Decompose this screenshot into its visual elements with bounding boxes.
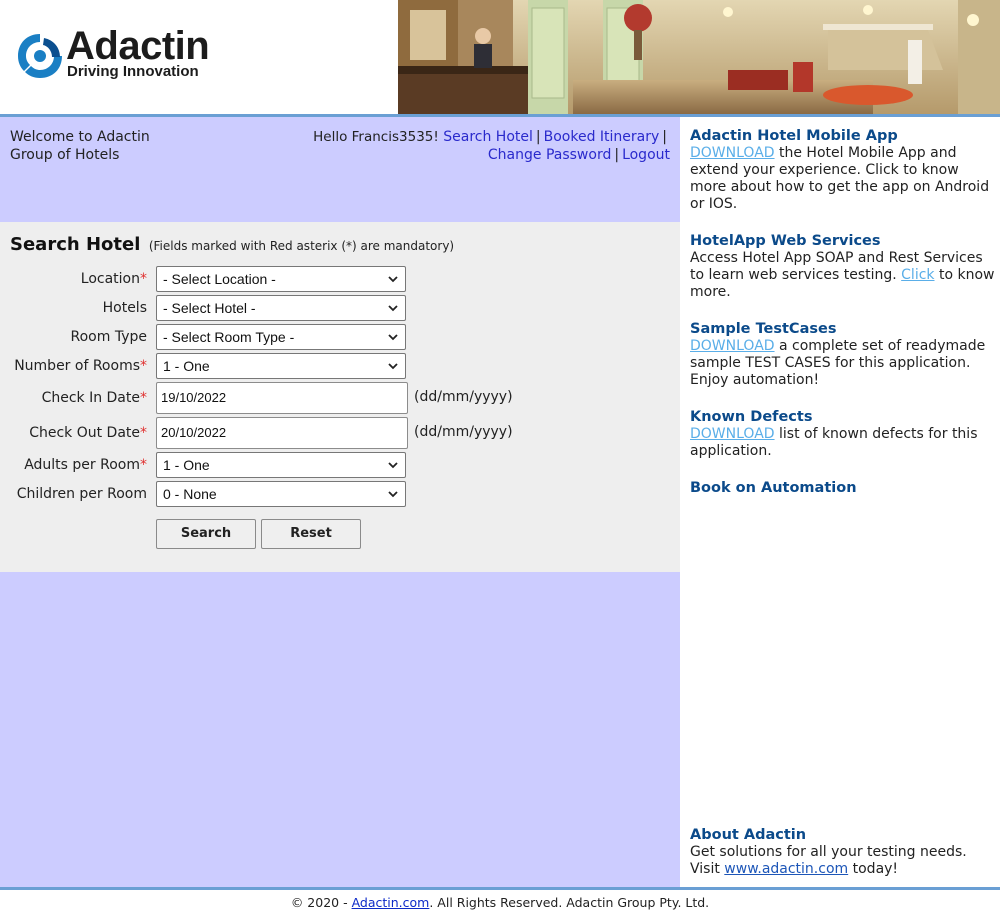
logo-swirl-icon — [18, 34, 62, 78]
book-section: Book on Automation — [690, 480, 995, 497]
mandatory-note: (Fields marked with Red asterix (*) are … — [148, 239, 455, 253]
about-text-after: today! — [848, 861, 899, 877]
location-row: Location* - Select Location - — [0, 266, 680, 292]
rooms-label: Number of Rooms* — [14, 358, 147, 374]
required-asterisk: * — [140, 425, 147, 441]
nav-separator: | — [614, 147, 620, 163]
nav-booked-itinerary-link[interactable]: Booked Itinerary — [544, 129, 660, 145]
test-cases-title: Sample TestCases — [690, 321, 837, 337]
room-type-label: Room Type — [70, 329, 147, 345]
test-cases-section: Sample TestCases DOWNLOAD a complete set… — [690, 321, 995, 389]
footer: © 2020 - Adactin.com. All Rights Reserve… — [0, 890, 1000, 915]
book-on-automation-title: Book on Automation — [690, 480, 857, 496]
web-services-title: HotelApp Web Services — [690, 233, 881, 249]
search-form-header: Search Hotel (Fields marked with Red ast… — [10, 234, 454, 255]
mobile-app-title: Adactin Hotel Mobile App — [690, 128, 898, 144]
required-asterisk: * — [140, 358, 147, 374]
location-select[interactable]: - Select Location - — [156, 266, 406, 292]
checkout-row: Check Out Date* 20/10/2022 (dd/mm/yyyy) — [0, 417, 680, 449]
header: Adactin Driving Innovation — [0, 0, 1000, 114]
brand-tagline: Driving Innovation — [67, 63, 199, 80]
chevron-down-icon — [388, 491, 398, 498]
checkin-row: Check In Date* 19/10/2022 (dd/mm/yyyy) — [0, 382, 680, 414]
chevron-down-icon — [388, 363, 398, 370]
check-in-date-input[interactable]: 19/10/2022 — [156, 382, 408, 414]
adults-label: Adults per Room* — [24, 457, 147, 473]
hotels-row: Hotels - Select Hotel - — [0, 295, 680, 321]
footer-rights: . All Rights Reserved. Adactin Group Pty… — [429, 895, 710, 910]
footer-adactin-link[interactable]: Adactin.com — [352, 895, 430, 910]
about-adactin-title: About Adactin — [690, 827, 807, 843]
required-asterisk: * — [140, 271, 147, 287]
web-services-section: HotelApp Web Services Access Hotel App S… — [690, 233, 995, 301]
about-section: About Adactin Get solutions for all your… — [690, 827, 995, 878]
location-label: Location* — [80, 271, 147, 287]
adults-row: Adults per Room* 1 - One — [0, 452, 680, 478]
rooms-row: Number of Rooms* 1 - One — [0, 353, 680, 379]
number-of-rooms-select[interactable]: 1 - One — [156, 353, 406, 379]
search-button[interactable]: Search — [156, 519, 256, 549]
mobile-app-section: Adactin Hotel Mobile App DOWNLOAD the Ho… — [690, 128, 995, 213]
known-defects-download-link[interactable]: DOWNLOAD — [690, 426, 775, 442]
check-out-date-input[interactable]: 20/10/2022 — [156, 417, 408, 449]
hotels-label: Hotels — [102, 300, 147, 316]
right-sidebar: Adactin Hotel Mobile App DOWNLOAD the Ho… — [680, 117, 1000, 887]
search-hotel-form: Search Hotel (Fields marked with Red ast… — [0, 222, 680, 572]
nav-separator: | — [535, 129, 541, 145]
main-content: Welcome to Adactin Group of Hotels Hello… — [0, 117, 680, 887]
children-label: Children per Room — [16, 486, 147, 502]
search-form-title: Search Hotel — [10, 234, 141, 255]
required-asterisk: * — [140, 390, 147, 406]
chevron-down-icon — [388, 462, 398, 469]
adults-per-room-select[interactable]: 1 - One — [156, 452, 406, 478]
known-defects-section: Known Defects DOWNLOAD list of known def… — [690, 409, 995, 460]
nav-change-password-link[interactable]: Change Password — [488, 147, 611, 163]
chevron-down-icon — [388, 334, 398, 341]
checkin-format-hint: (dd/mm/yyyy) — [414, 389, 513, 405]
room-type-row: Room Type - Select Room Type - — [0, 324, 680, 350]
checkout-format-hint: (dd/mm/yyyy) — [414, 424, 513, 440]
footer-copyright: © 2020 - — [290, 895, 352, 910]
room-type-select[interactable]: - Select Room Type - — [156, 324, 406, 350]
nav-logout-link[interactable]: Logout — [622, 147, 670, 163]
web-services-click-link[interactable]: Click — [901, 267, 934, 283]
checkout-label: Check Out Date* — [29, 425, 147, 441]
welcome-text: Welcome to Adactin Group of Hotels — [10, 129, 150, 163]
nav-search-hotel-link[interactable]: Search Hotel — [443, 129, 533, 145]
reset-button[interactable]: Reset — [261, 519, 361, 549]
test-cases-download-link[interactable]: DOWNLOAD — [690, 338, 775, 354]
children-row: Children per Room 0 - None — [0, 481, 680, 507]
chevron-down-icon — [388, 276, 398, 283]
adactin-website-link[interactable]: www.adactin.com — [724, 861, 848, 877]
user-greeting: Hello Francis3535! — [313, 129, 439, 145]
checkin-label: Check In Date* — [41, 390, 147, 406]
children-per-room-select[interactable]: 0 - None — [156, 481, 406, 507]
known-defects-title: Known Defects — [690, 409, 813, 425]
mobile-app-download-link[interactable]: DOWNLOAD — [690, 145, 775, 161]
chevron-down-icon — [388, 305, 398, 312]
nav-separator: | — [662, 129, 667, 145]
hotels-select[interactable]: - Select Hotel - — [156, 295, 406, 321]
user-navigation: Hello Francis3535! Search Hotel | Booked I… — [313, 128, 670, 164]
hotel-lobby-banner-image — [398, 0, 1000, 114]
required-asterisk: * — [140, 457, 147, 473]
adactin-logo: Adactin Driving Innovation — [14, 24, 229, 86]
